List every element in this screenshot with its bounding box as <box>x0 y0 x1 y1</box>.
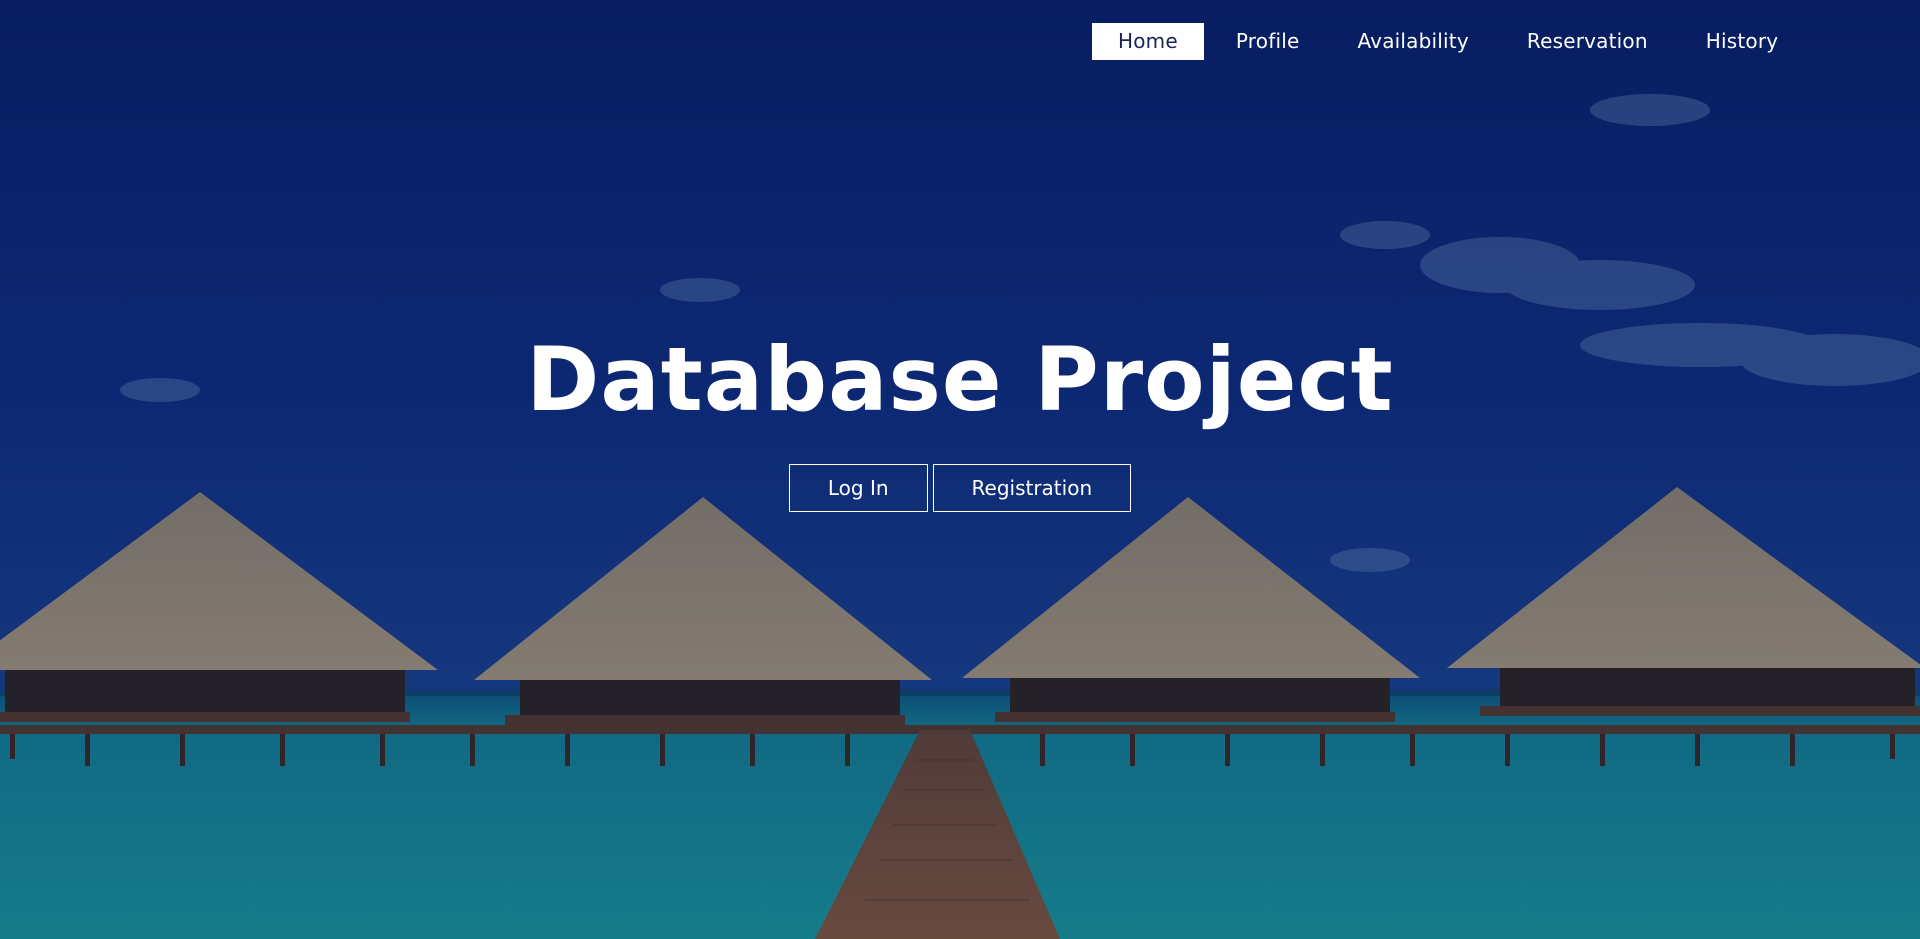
landing-page: Home Profile Availability Reservation Hi… <box>0 0 1920 939</box>
hero-title: Database Project <box>526 328 1394 431</box>
main-nav: Home Profile Availability Reservation Hi… <box>1092 23 1810 60</box>
registration-button[interactable]: Registration <box>932 464 1132 512</box>
login-button[interactable]: Log In <box>788 464 928 512</box>
nav-item-profile[interactable]: Profile <box>1210 23 1326 60</box>
nav-item-reservation[interactable]: Reservation <box>1501 23 1674 60</box>
nav-item-history[interactable]: History <box>1680 23 1805 60</box>
nav-item-home[interactable]: Home <box>1092 23 1204 60</box>
nav-item-availability[interactable]: Availability <box>1331 23 1494 60</box>
hero-button-group: Log In Registration <box>0 464 1920 512</box>
